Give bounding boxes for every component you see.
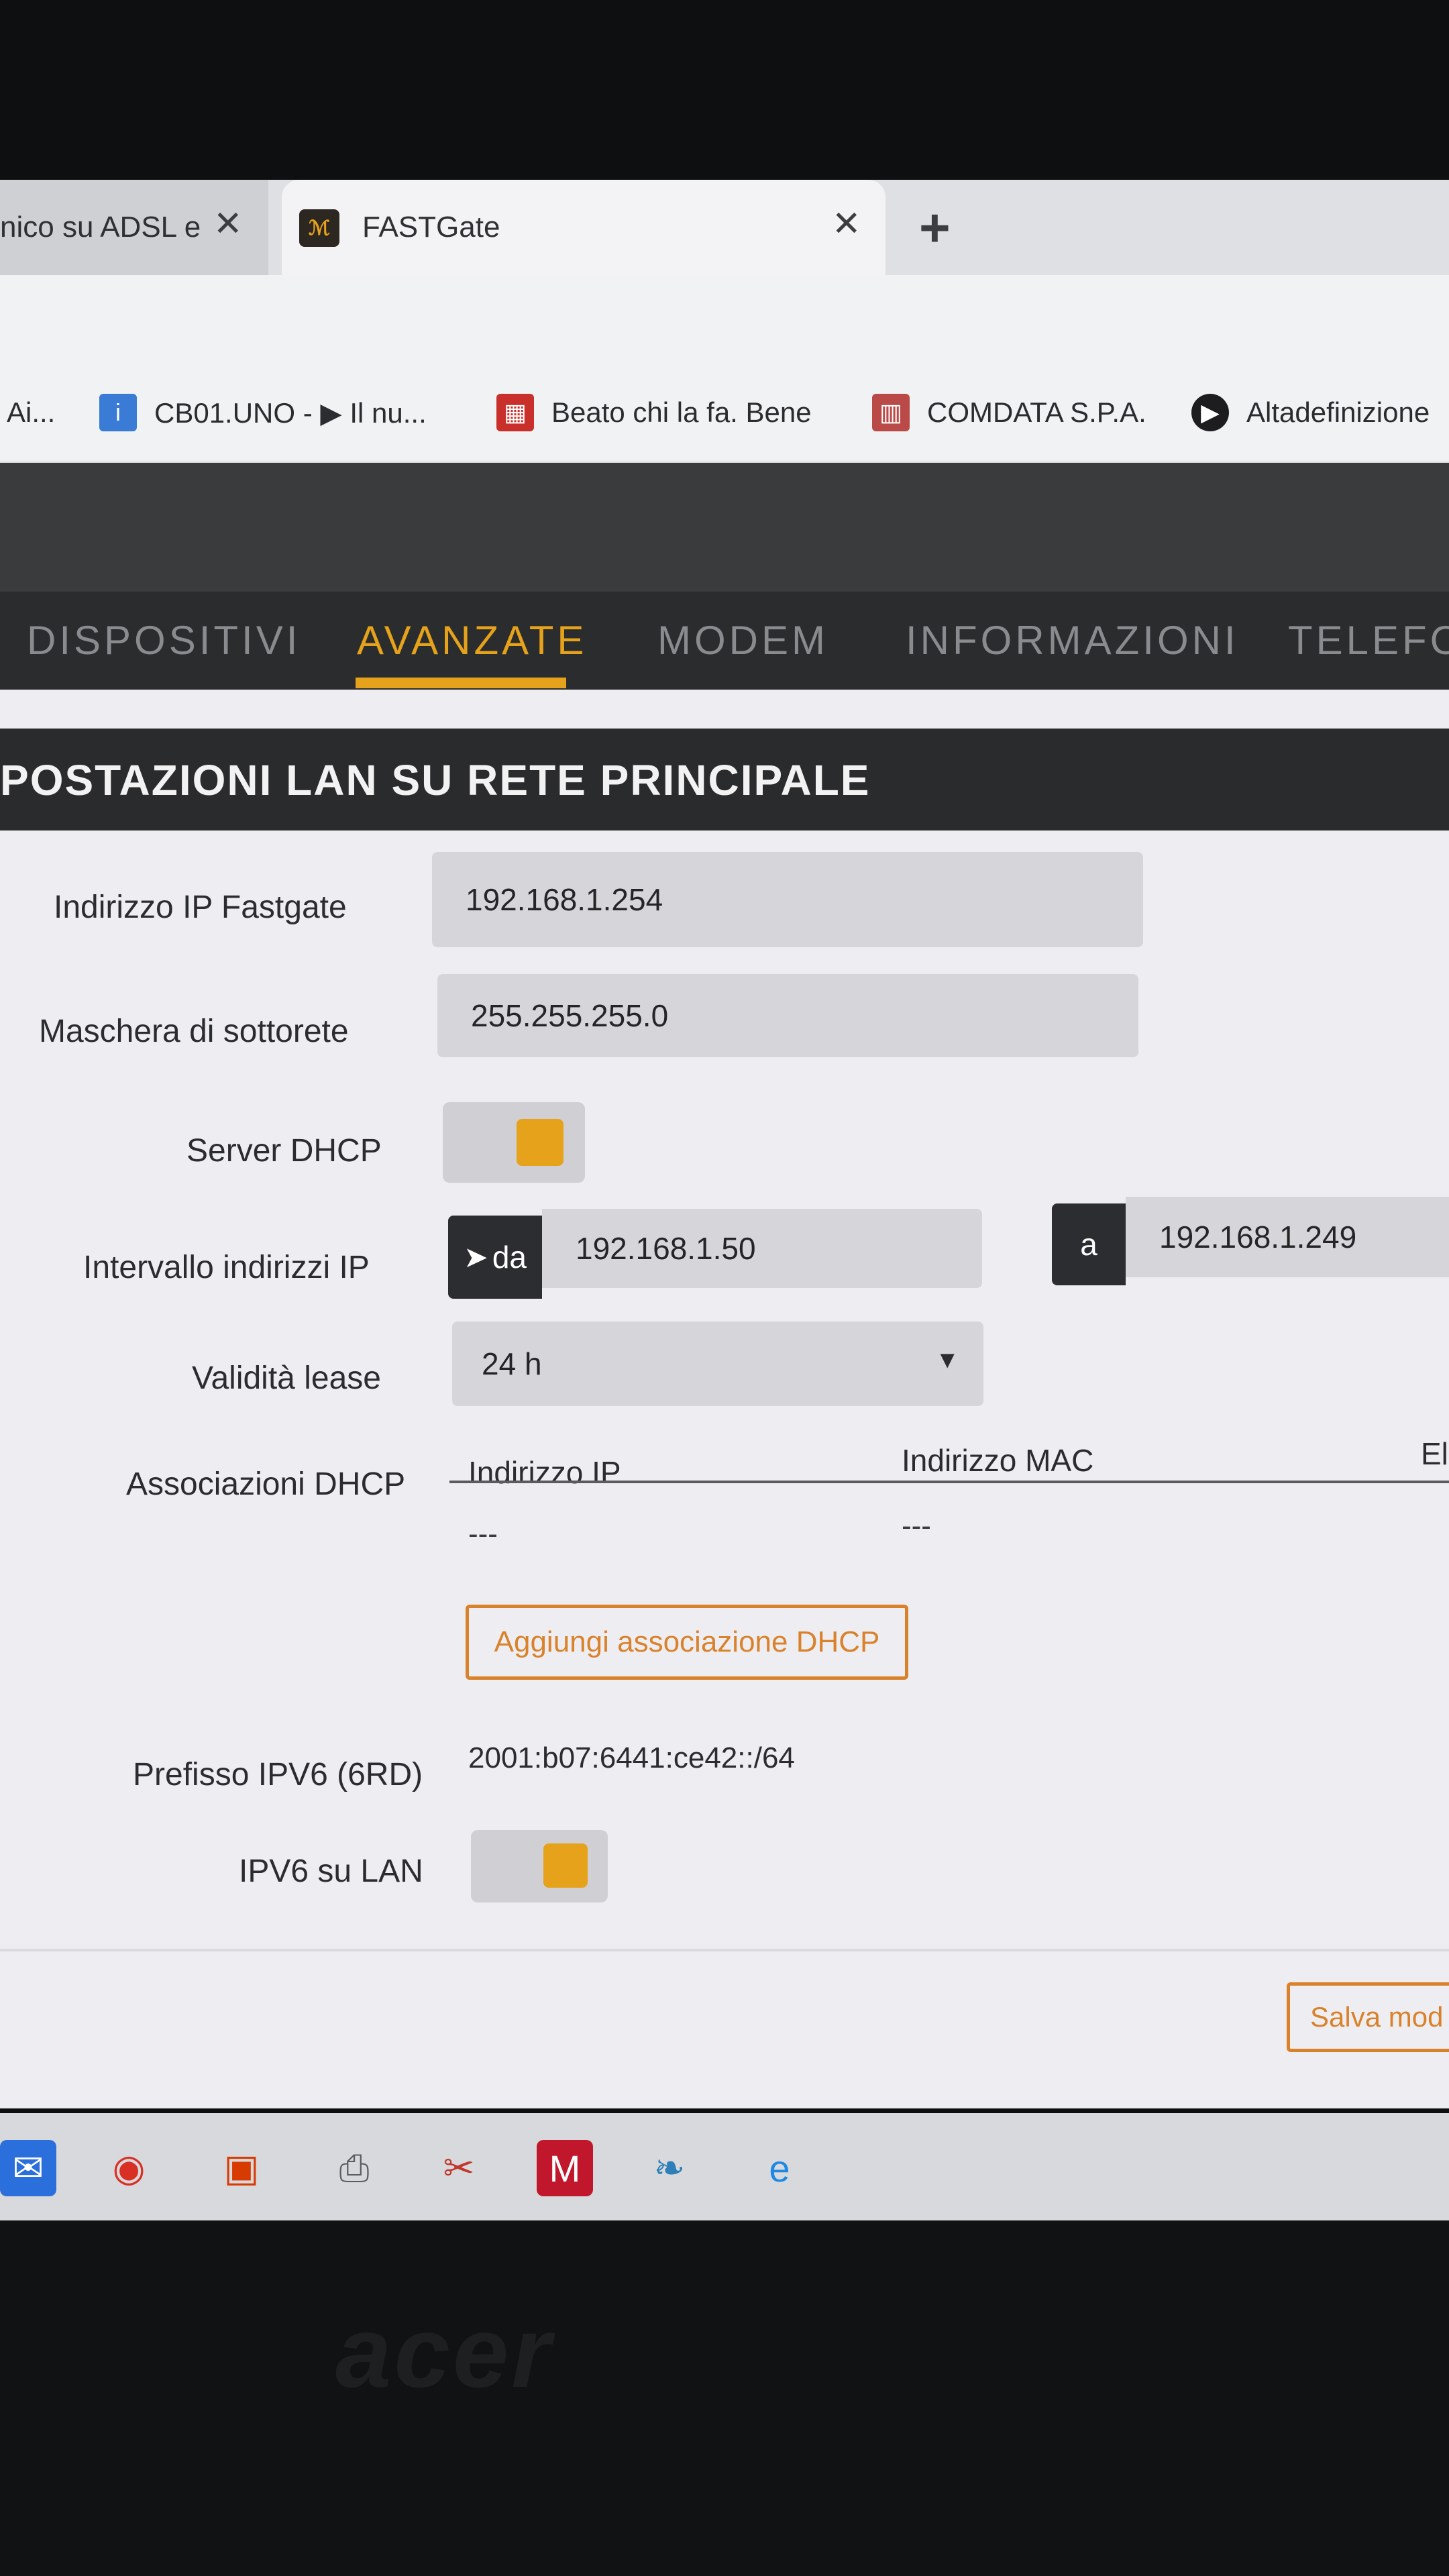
- tab-fastgate[interactable]: ℳ FASTGate ✕: [282, 180, 885, 275]
- range-from-tag: ➤ da: [448, 1216, 542, 1299]
- bookmark-label: Altadefinizione: [1246, 396, 1430, 428]
- range-from-tag-text: da: [492, 1240, 527, 1275]
- range-to-tag: a: [1052, 1203, 1126, 1285]
- nav-telefono[interactable]: TELEFON: [1288, 617, 1449, 663]
- bookmark-item[interactable]: Ai...: [7, 389, 55, 436]
- bookmark-item[interactable]: ▦ Beato chi la fa. Bene: [496, 389, 812, 436]
- page-header: [0, 463, 1449, 592]
- taskbar: ✉ ◉ ▣ ⎙ ✂ M ❧ e: [0, 2113, 1449, 2220]
- close-icon[interactable]: ✕: [213, 204, 243, 244]
- chrome-icon[interactable]: ◉: [101, 2140, 157, 2196]
- gift-icon: ▦: [496, 394, 534, 431]
- bookmark-label: CB01.UNO - ▶ Il nu...: [154, 396, 427, 429]
- ipv6-lan-toggle[interactable]: [471, 1830, 608, 1902]
- bookmark-label: Beato chi la fa. Bene: [551, 396, 812, 428]
- main-nav: DISPOSITIVI AVANZATE MODEM INFORMAZIONI …: [0, 592, 1449, 690]
- table-row: ---: [468, 1517, 498, 1551]
- info-icon: i: [99, 394, 137, 431]
- bookmark-item[interactable]: ▶ Altadefinizione: [1191, 389, 1430, 436]
- bookmark-label: COMDATA S.P.A.: [927, 396, 1146, 428]
- add-dhcp-association-button[interactable]: Aggiungi associazione DHCP: [466, 1605, 908, 1680]
- office-icon[interactable]: ▣: [213, 2140, 270, 2196]
- lease-label: Validità lease: [192, 1360, 381, 1396]
- ipv6-lan-label: IPV6 su LAN: [239, 1854, 423, 1889]
- printer-icon[interactable]: ⎙: [326, 2140, 382, 2196]
- column-header-delete: El: [1421, 1436, 1448, 1471]
- bookmark-item[interactable]: ▥ COMDATA S.P.A.: [872, 389, 1146, 436]
- range-to-input[interactable]: 192.168.1.249: [1126, 1197, 1449, 1277]
- tab-adsl[interactable]: nico su ADSL e ✕: [0, 180, 268, 275]
- bird-icon[interactable]: ❧: [641, 2140, 698, 2196]
- ip-input[interactable]: 192.168.1.254: [432, 852, 1143, 947]
- toggle-knob: [543, 1843, 588, 1888]
- dhcp-server-toggle[interactable]: [443, 1102, 585, 1183]
- laptop-bezel: [0, 2220, 1449, 2576]
- nav-informazioni[interactable]: INFORMAZIONI: [906, 617, 1239, 663]
- section-header: POSTAZIONI LAN SU RETE PRINCIPALE: [0, 729, 1449, 830]
- bookmark-item[interactable]: i CB01.UNO - ▶ Il nu...: [99, 389, 427, 436]
- column-header-mac: Indirizzo MAC: [902, 1443, 1094, 1478]
- browser-tab-strip: nico su ADSL e ✕ ℳ FASTGate ✕ +: [0, 180, 1449, 275]
- building-icon: ▥: [872, 394, 910, 431]
- play-icon: ▶: [1191, 394, 1229, 431]
- subnet-mask-label: Maschera di sottorete: [39, 1014, 349, 1049]
- section-title: POSTAZIONI LAN SU RETE PRINCIPALE: [0, 756, 871, 804]
- nav-dispositivi[interactable]: DISPOSITIVI: [27, 617, 301, 663]
- cell-ip: ---: [468, 1517, 498, 1550]
- mail-icon[interactable]: ✉: [0, 2140, 56, 2196]
- chevron-down-icon: ▼: [935, 1346, 959, 1373]
- mcafee-icon[interactable]: M: [537, 2140, 593, 2196]
- active-tab-indicator: [356, 678, 566, 688]
- lease-value: 24 h: [482, 1346, 542, 1381]
- save-changes-button[interactable]: Salva mod: [1287, 1982, 1449, 2052]
- form-divider: [0, 1949, 1449, 1951]
- bookmarks-bar: Ai... i CB01.UNO - ▶ Il nu... ▦ Beato ch…: [0, 362, 1449, 463]
- scissors-icon[interactable]: ✂: [431, 2140, 487, 2196]
- bookmark-label: Ai...: [7, 396, 56, 428]
- range-from-input[interactable]: 192.168.1.50: [542, 1209, 982, 1288]
- new-tab-button[interactable]: +: [919, 197, 951, 259]
- subnet-mask-input[interactable]: 255.255.255.0: [437, 974, 1138, 1057]
- close-icon[interactable]: ✕: [832, 204, 861, 244]
- cell-mac: ---: [902, 1509, 931, 1542]
- dhcp-server-label: Server DHCP: [186, 1133, 382, 1169]
- fastgate-logo-icon: ℳ: [299, 209, 339, 247]
- toggle-knob: [517, 1119, 564, 1166]
- tab-title: FASTGate: [362, 211, 500, 244]
- acer-logo: acer: [335, 2296, 553, 2408]
- tab-title: nico su ADSL e: [0, 211, 201, 244]
- column-header-ip: Indirizzo IP: [468, 1455, 621, 1490]
- ipv6-prefix-value: 2001:b07:6441:ce42::/64: [468, 1741, 795, 1774]
- address-bar[interactable]: [0, 275, 1449, 362]
- ipv6-prefix-label: Prefisso IPV6 (6RD): [133, 1757, 423, 1792]
- internet-explorer-icon[interactable]: e: [751, 2140, 808, 2196]
- nav-modem[interactable]: MODEM: [657, 617, 828, 663]
- table-row: ---: [902, 1509, 931, 1543]
- table-divider: [449, 1481, 1449, 1483]
- ip-label: Indirizzo IP Fastgate: [54, 890, 347, 925]
- ip-range-label: Intervallo indirizzi IP: [83, 1250, 370, 1285]
- cursor-icon: ➤: [463, 1240, 488, 1274]
- nav-avanzate[interactable]: AVANZATE: [357, 617, 587, 663]
- lease-select[interactable]: 24 h ▼: [452, 1322, 983, 1406]
- dhcp-assoc-label: Associazioni DHCP: [126, 1466, 406, 1502]
